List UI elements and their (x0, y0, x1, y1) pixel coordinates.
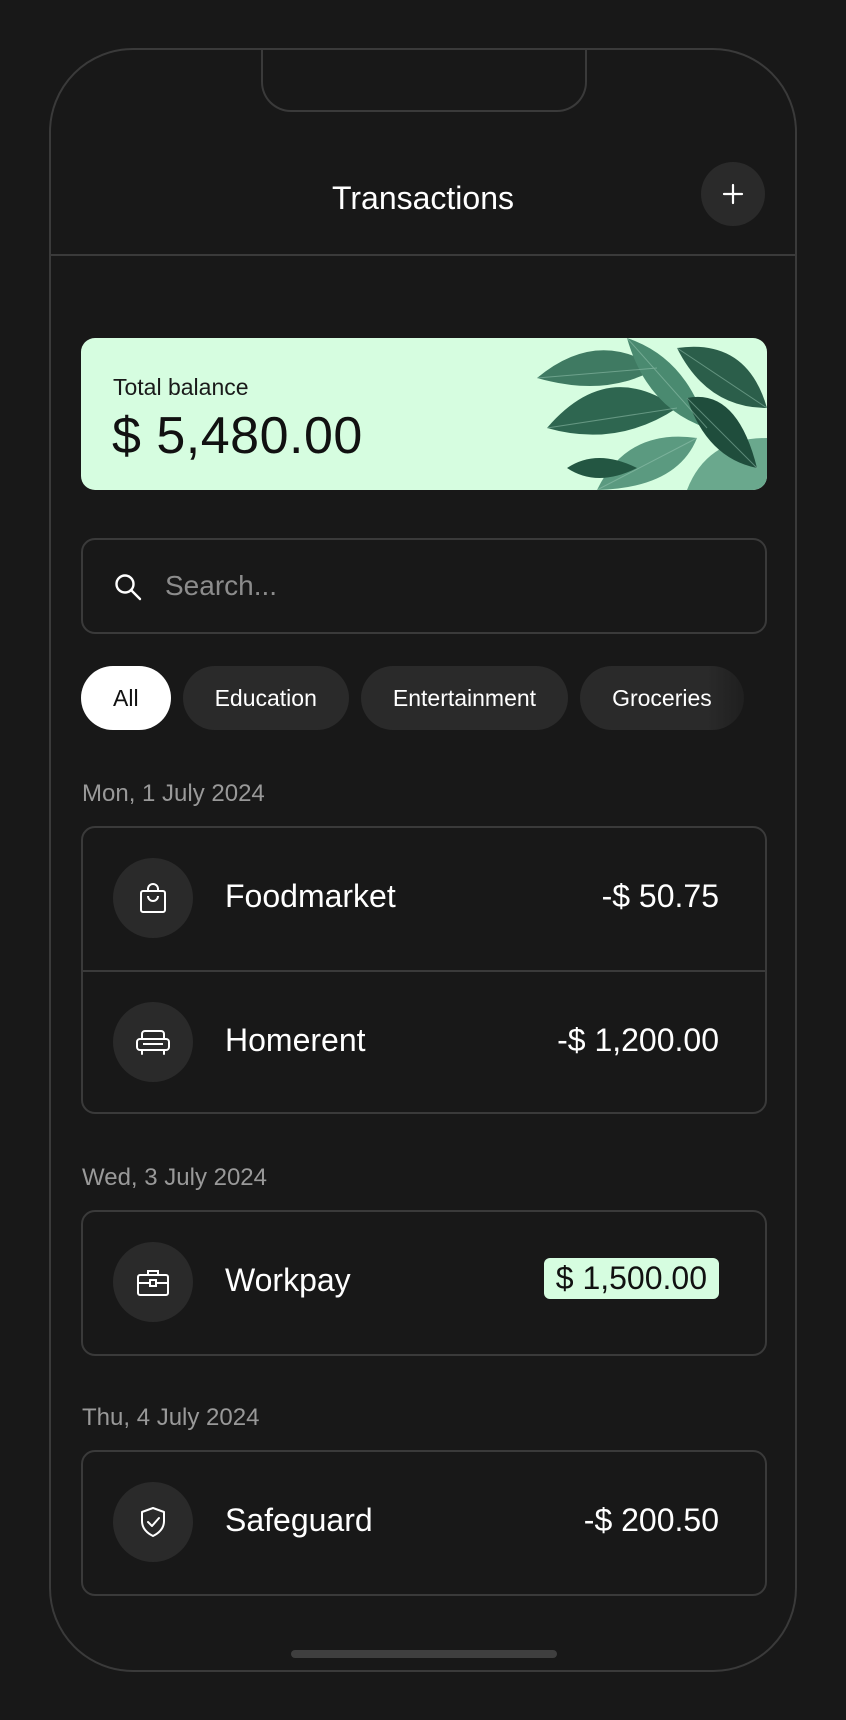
date-header: Mon, 1 July 2024 (82, 780, 265, 807)
transaction-row[interactable]: Workpay $ 1,500.00 (83, 1212, 765, 1354)
balance-label: Total balance (113, 374, 249, 400)
briefcase-icon (113, 1242, 193, 1322)
transaction-row[interactable]: Homerent -$ 1,200.00 (83, 970, 765, 1112)
transaction-name: Foodmarket (225, 878, 396, 914)
search-icon (115, 574, 142, 601)
leaves-image (537, 338, 767, 490)
sofa-icon (113, 1002, 193, 1082)
phone-frame: Transactions Total balance $ 5,480.00 Se… (49, 48, 797, 1672)
search-input[interactable] (165, 560, 725, 612)
transaction-name: Workpay (225, 1262, 351, 1298)
search-box[interactable] (81, 538, 767, 634)
home-indicator[interactable] (291, 1650, 557, 1658)
transaction-amount: -$ 1,200.00 (557, 1022, 719, 1058)
transaction-amount-income: $ 1,500.00 (543, 1258, 719, 1299)
filter-chip-all[interactable]: All (81, 666, 171, 730)
transaction-row[interactable]: Safeguard -$ 200.50 (83, 1452, 765, 1594)
page-title: Transactions (332, 180, 514, 216)
transaction-row[interactable]: Foodmarket -$ 50.75 (83, 828, 765, 970)
transaction-amount: -$ 50.75 (601, 878, 719, 914)
transaction-group: Workpay $ 1,500.00 (81, 1210, 767, 1356)
filter-chip-entertainment[interactable]: Entertainment (360, 666, 569, 730)
plus-icon (722, 183, 744, 205)
transaction-group: Safeguard -$ 200.50 (81, 1450, 767, 1596)
date-header: Thu, 4 July 2024 (82, 1404, 260, 1431)
transaction-group: Foodmarket -$ 50.75 Homerent -$ 1,200.00 (81, 826, 767, 1114)
shopping-bag-icon (113, 858, 193, 938)
transaction-name: Homerent (225, 1022, 366, 1058)
shield-check-icon (113, 1482, 193, 1562)
transaction-name: Safeguard (225, 1502, 373, 1538)
balance-card: Total balance $ 5,480.00 (81, 338, 767, 490)
add-transaction-button[interactable] (701, 162, 765, 226)
filter-chip-education[interactable]: Education (182, 666, 349, 730)
date-header: Wed, 3 July 2024 (82, 1164, 268, 1191)
header: Transactions (51, 160, 795, 256)
category-filters: All Education Entertainment Groceries (81, 666, 767, 732)
chips-fade (707, 666, 767, 732)
notch (261, 50, 587, 112)
transaction-amount: -$ 200.50 (583, 1502, 719, 1538)
balance-amount: $ 5,480.00 (112, 407, 363, 465)
